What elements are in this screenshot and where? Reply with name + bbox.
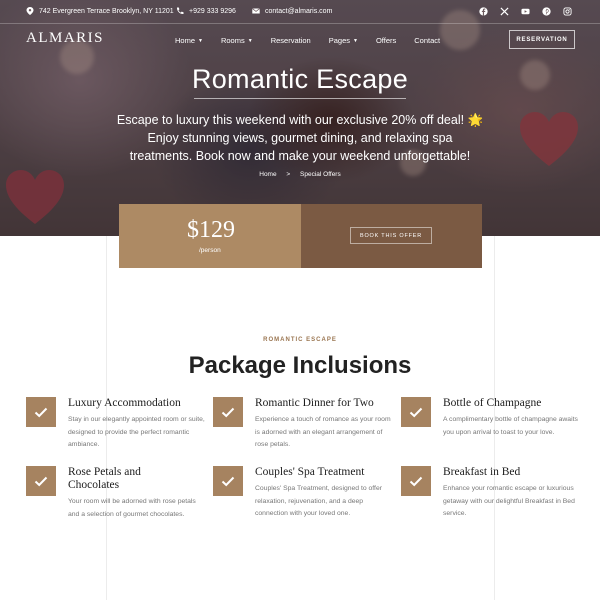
breadcrumb-separator-icon: > xyxy=(286,171,291,178)
main-nav: Home ▼ Rooms ▼ Reservation Pages ▼ Offers C… xyxy=(175,36,458,45)
instagram-icon[interactable] xyxy=(563,7,572,16)
phone-info[interactable]: +929 333 9296 xyxy=(176,7,236,15)
site-logo[interactable]: ALMARIS xyxy=(26,30,104,47)
chevron-down-icon: ▼ xyxy=(247,37,253,44)
book-offer-button[interactable]: BOOK THIS OFFER xyxy=(350,227,432,244)
breadcrumb-home-link[interactable]: Home xyxy=(259,171,276,178)
phone-icon xyxy=(176,7,184,15)
checkmark-icon xyxy=(401,466,431,496)
hero-description: Escape to luxury this weekend with our e… xyxy=(116,113,484,163)
location-pin-icon xyxy=(26,7,34,15)
nav-item-reservation[interactable]: Reservation xyxy=(271,36,311,45)
inclusion-title: Couples' Spa Treatment xyxy=(255,466,365,478)
offer-price: $129 xyxy=(187,217,235,243)
inclusion-description: A complimentary bottle of champagne awai… xyxy=(443,416,578,436)
x-icon[interactable] xyxy=(500,7,509,16)
inclusion-description: Stay in our elegantly appointed room or … xyxy=(68,416,205,448)
inclusion-title: Luxury Accommodation xyxy=(68,397,181,409)
pinterest-icon[interactable] xyxy=(542,7,551,16)
section-title: Package Inclusions xyxy=(188,352,412,379)
reservation-button[interactable]: RESERVATION xyxy=(509,30,575,49)
email-info[interactable]: contact@almaris.com xyxy=(252,7,332,15)
chevron-down-icon: ▼ xyxy=(353,37,358,44)
nav-label: Pages xyxy=(328,36,350,45)
breadcrumb: Home > Special Offers xyxy=(0,171,600,178)
email-text: contact@almaris.com xyxy=(265,7,333,15)
inclusion-title: Romantic Dinner for Two xyxy=(255,397,374,409)
inclusion-description: Enhance your romantic escape or luxuriou… xyxy=(443,485,575,517)
youtube-icon[interactable] xyxy=(521,7,530,16)
page-title: Romantic Escape xyxy=(191,64,409,94)
checkmark-icon xyxy=(26,466,56,496)
nav-item-pages[interactable]: Pages ▼ xyxy=(329,36,358,45)
checkmark-icon xyxy=(213,397,243,427)
nav-label: Contact xyxy=(414,36,441,45)
chevron-down-icon: ▼ xyxy=(198,37,203,44)
inclusion-title: Bottle of Champagne xyxy=(443,397,542,409)
checkmark-icon xyxy=(213,466,243,496)
nav-label: Home xyxy=(175,36,196,45)
phone-text: +929 333 9296 xyxy=(189,7,236,15)
inclusion-title: Breakfast in Bed xyxy=(443,466,521,478)
breadcrumb-current: Special Offers xyxy=(300,171,341,178)
price-panel: $129 /person xyxy=(119,204,301,268)
book-panel: BOOK THIS OFFER xyxy=(301,204,482,268)
address-text: 742 Evergreen Terrace Brooklyn, NY 11201 xyxy=(39,7,174,15)
nav-item-rooms[interactable]: Rooms ▼ xyxy=(221,36,253,45)
inclusion-description: Experience a touch of romance as your ro… xyxy=(255,416,391,448)
nav-label: Rooms xyxy=(220,36,245,45)
facebook-icon[interactable] xyxy=(479,7,488,16)
social-links xyxy=(479,7,572,16)
price-unit: /person xyxy=(199,247,221,254)
section-eyebrow: ROMANTIC ESCAPE xyxy=(263,337,337,343)
inclusion-description: Your room will be adorned with rose peta… xyxy=(68,498,196,518)
address-info: 742 Evergreen Terrace Brooklyn, NY 11201 xyxy=(26,7,174,15)
checkmark-icon xyxy=(26,397,56,427)
inclusion-title: Rose Petals and Chocolates xyxy=(68,466,141,491)
top-bar: 742 Evergreen Terrace Brooklyn, NY 11201… xyxy=(0,0,600,24)
nav-item-contact[interactable]: Contact xyxy=(414,36,440,45)
hero-banner: 742 Evergreen Terrace Brooklyn, NY 11201… xyxy=(0,0,600,236)
nav-item-home[interactable]: Home ▼ xyxy=(175,36,203,45)
title-divider xyxy=(194,98,406,99)
nav-label: Reservation xyxy=(270,36,311,45)
envelope-icon xyxy=(252,8,260,14)
inclusion-description: Couples' Spa Treatment, designed to offe… xyxy=(255,485,382,517)
nav-item-offers[interactable]: Offers xyxy=(376,36,396,45)
checkmark-icon xyxy=(401,397,431,427)
nav-label: Offers xyxy=(375,36,397,45)
